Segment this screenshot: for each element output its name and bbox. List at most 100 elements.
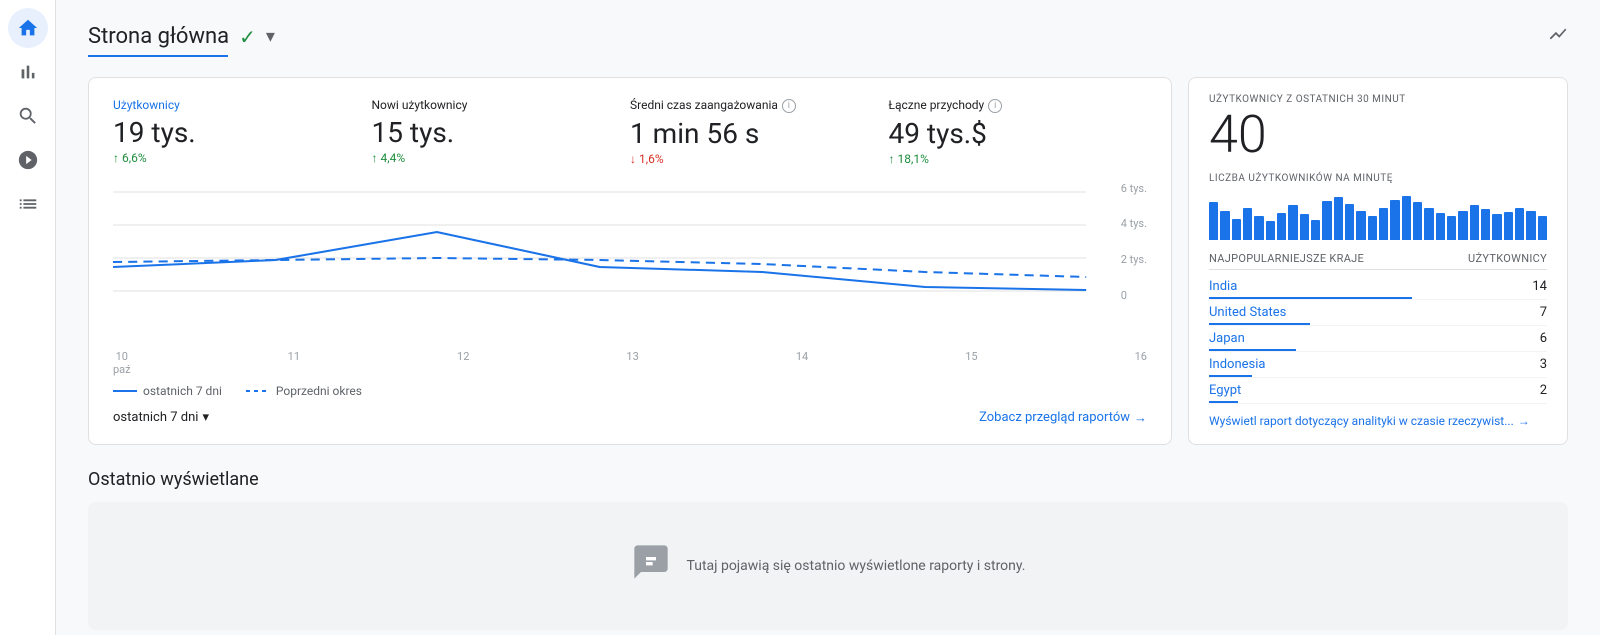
mini-bar xyxy=(1322,201,1331,240)
metrics-row: Użytkownicy 19 tys. ↑ 6,6% Nowi użytkown… xyxy=(113,98,1147,166)
x-label-11: 11 xyxy=(288,350,300,376)
page-title-area: Strona główna ✓ ▾ xyxy=(88,24,275,49)
view-reports-link[interactable]: Zobacz przegląd raportów → xyxy=(979,410,1147,426)
title-underline xyxy=(88,55,228,57)
country-count: 6 xyxy=(1540,331,1547,346)
countries-col-count: UŻYTKOWNICY xyxy=(1468,252,1547,265)
page-title: Strona główna xyxy=(88,24,229,49)
x-label-14: 14 xyxy=(796,350,808,376)
sidebar xyxy=(0,0,56,635)
main-analytics-card: Użytkownicy 19 tys. ↑ 6,6% Nowi użytkown… xyxy=(88,77,1172,445)
sidebar-item-explore[interactable] xyxy=(8,96,48,136)
chart-legend: ostatnich 7 dni Poprzedni okres xyxy=(113,384,1147,398)
empty-icon xyxy=(631,542,671,590)
page-header: Strona główna ✓ ▾ xyxy=(88,24,1568,49)
metric-revenue: Łączne przychodyi 49 tys.$ ↑ 18,1% xyxy=(889,98,1148,166)
metric-revenue-label: Łączne przychodyi xyxy=(889,98,1132,113)
mini-bar xyxy=(1266,221,1275,240)
mini-bar xyxy=(1254,216,1263,240)
metric-users-change: ↑ 6,6% xyxy=(113,151,356,165)
country-count: 2 xyxy=(1540,383,1547,398)
metric-engagement: Średni czas zaangażowaniai 1 min 56 s ↓ … xyxy=(630,98,889,166)
header-action-button[interactable] xyxy=(1548,24,1568,49)
recently-viewed-section: Ostatnio wyświetlane Tutaj pojawią się o… xyxy=(88,469,1568,630)
country-row: Indonesia3 xyxy=(1209,352,1547,378)
y-label-4k: 4 tys. xyxy=(1121,217,1147,230)
recently-viewed-empty: Tutaj pojawią się ostatnio wyświetlone r… xyxy=(88,502,1568,630)
dropdown-icon[interactable]: ▾ xyxy=(266,26,275,47)
metric-engagement-change: ↓ 1,6% xyxy=(630,152,873,166)
mini-bar xyxy=(1447,216,1456,240)
country-progress-bar xyxy=(1209,375,1252,377)
revenue-info-icon[interactable]: i xyxy=(988,99,1002,113)
sidebar-item-advertising[interactable] xyxy=(8,140,48,180)
countries-col-name: NAJPOPULARNIEJSZE KRAJE xyxy=(1209,252,1364,265)
engagement-info-icon[interactable]: i xyxy=(782,99,796,113)
view-reports-arrow: → xyxy=(1134,410,1147,426)
metric-revenue-value: 49 tys.$ xyxy=(889,117,1132,150)
sidebar-item-reports[interactable] xyxy=(8,52,48,92)
mini-bar xyxy=(1311,220,1320,240)
mini-bar xyxy=(1368,216,1377,240)
rt-realtime-link[interactable]: Wyświetl raport dotyczący analityki w cz… xyxy=(1209,414,1547,428)
mini-bar xyxy=(1424,208,1433,240)
x-label-16: 16 xyxy=(1135,350,1147,376)
legend-previous: Poprzedni okres xyxy=(246,384,362,398)
rt-big-number: 40 xyxy=(1209,109,1547,161)
mini-bar xyxy=(1345,204,1354,240)
mini-bar xyxy=(1232,219,1241,240)
countries-list: India14United States7Japan6Indonesia3Egy… xyxy=(1209,274,1547,404)
y-label-2k: 2 tys. xyxy=(1121,253,1147,266)
sidebar-item-configure[interactable] xyxy=(8,184,48,224)
country-name[interactable]: Egypt xyxy=(1209,383,1241,398)
country-name[interactable]: Japan xyxy=(1209,331,1245,346)
country-count: 14 xyxy=(1532,279,1547,294)
line-chart: 6 tys. 4 tys. 2 tys. 0 xyxy=(113,182,1147,342)
countries-header: NAJPOPULARNIEJSZE KRAJE UŻYTKOWNICY xyxy=(1209,252,1547,270)
sidebar-item-home[interactable] xyxy=(8,8,48,48)
country-row: Egypt 2 xyxy=(1209,378,1547,404)
y-label-0: 0 xyxy=(1121,289,1147,302)
mini-bar xyxy=(1334,197,1343,240)
mini-bar xyxy=(1402,196,1411,240)
country-name[interactable]: Indonesia xyxy=(1209,357,1265,372)
metric-users-label: Użytkownicy xyxy=(113,98,356,112)
chart-y-labels: 6 tys. 4 tys. 2 tys. 0 xyxy=(1121,182,1147,302)
rt-link-arrow: → xyxy=(1518,414,1530,428)
metric-new-users: Nowi użytkownicy 15 tys. ↑ 4,4% xyxy=(372,98,631,166)
country-name[interactable]: United States xyxy=(1209,305,1286,320)
mini-bar xyxy=(1413,202,1422,240)
mini-bar xyxy=(1526,211,1535,241)
period-dropdown-icon: ▾ xyxy=(202,410,209,425)
legend-current: ostatnich 7 dni xyxy=(113,384,222,398)
country-progress-bar xyxy=(1209,323,1310,325)
x-label-oct10: 10paź xyxy=(113,350,131,376)
mini-bar xyxy=(1515,208,1524,240)
x-label-15: 15 xyxy=(965,350,977,376)
mini-bar xyxy=(1356,211,1365,241)
mini-bar xyxy=(1481,209,1490,240)
country-name[interactable]: India xyxy=(1209,279,1237,294)
chart-svg xyxy=(113,182,1147,322)
mini-bar xyxy=(1300,214,1309,240)
mini-bar xyxy=(1458,211,1467,241)
mini-bar xyxy=(1220,211,1229,241)
mini-bar xyxy=(1243,208,1252,240)
cards-row: Użytkownicy 19 tys. ↑ 6,6% Nowi użytkown… xyxy=(88,77,1568,445)
metric-users: Użytkownicy 19 tys. ↑ 6,6% xyxy=(113,98,372,166)
mini-bar xyxy=(1538,216,1547,240)
country-progress-bar xyxy=(1209,349,1296,351)
metric-users-value: 19 tys. xyxy=(113,116,356,149)
chart-x-labels: 10paź 11 12 13 14 15 16 xyxy=(113,350,1147,376)
legend-previous-label: Poprzedni okres xyxy=(276,384,362,398)
metric-new-users-value: 15 tys. xyxy=(372,116,615,149)
check-icon: ✓ xyxy=(239,25,256,49)
x-label-13: 13 xyxy=(626,350,638,376)
recently-viewed-title: Ostatnio wyświetlane xyxy=(88,469,1568,490)
rt-mini-bars xyxy=(1209,192,1547,240)
realtime-card: UŻYTKOWNICY Z OSTATNICH 30 MINUT 40 LICZ… xyxy=(1188,77,1568,445)
legend-current-label: ostatnich 7 dni xyxy=(143,384,222,398)
country-progress-bar xyxy=(1209,401,1238,403)
period-selector[interactable]: ostatnich 7 dni ▾ xyxy=(113,410,209,425)
mini-bar xyxy=(1288,205,1297,240)
